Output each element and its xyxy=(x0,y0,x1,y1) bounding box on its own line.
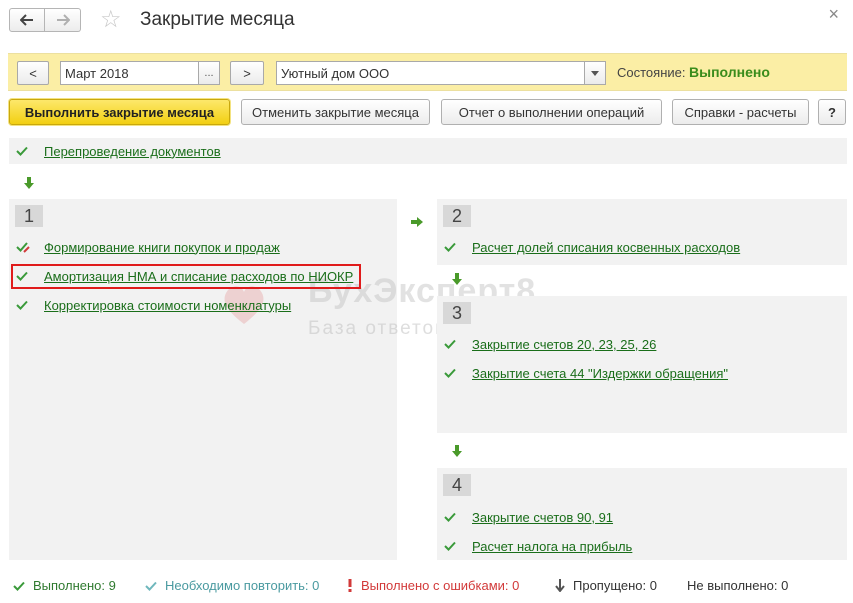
step-4-number: 4 xyxy=(443,474,471,496)
arrow-down-icon xyxy=(555,579,565,592)
run-month-close-button[interactable]: Выполнить закрытие месяца xyxy=(9,99,230,125)
check-icon xyxy=(444,339,458,349)
step-link-close-account-44[interactable]: Закрытие счета 44 "Издержки обращения" xyxy=(472,366,728,381)
list-item: Корректировка стоимости номенклатуры xyxy=(16,296,291,314)
check-icon xyxy=(444,541,458,551)
step-link-indirect-costs-shares[interactable]: Расчет долей списания косвенных расходов xyxy=(472,240,740,255)
arrow-down-icon xyxy=(452,273,462,285)
chevron-down-icon xyxy=(591,70,599,76)
favorite-star-icon[interactable]: ☆ xyxy=(100,6,122,34)
step-link-purchase-sales-book[interactable]: Формирование книги покупок и продаж xyxy=(44,240,280,255)
state-label: Состояние: xyxy=(617,65,686,80)
arrow-right-icon xyxy=(411,217,423,227)
arrow-right-icon xyxy=(56,14,70,26)
forward-button[interactable] xyxy=(45,8,81,32)
arrow-left-icon xyxy=(20,14,33,26)
back-button[interactable] xyxy=(9,8,45,32)
step-2-number: 2 xyxy=(443,205,471,227)
check-with-pencil-icon xyxy=(16,241,30,253)
period-select-button[interactable]: ... xyxy=(198,61,220,85)
references-calculations-button[interactable]: Справки - расчеты xyxy=(672,99,809,125)
operations-report-button[interactable]: Отчет о выполнении операций xyxy=(441,99,662,125)
list-item: Расчет налога на прибыль xyxy=(444,537,632,555)
check-icon xyxy=(16,300,30,310)
status-done: Выполнено: 9 xyxy=(13,578,116,593)
status-repeat-text: Необходимо повторить: 0 xyxy=(165,578,320,593)
organization-field[interactable]: Уютный дом ООО xyxy=(276,61,586,85)
list-item: Перепроведение документов xyxy=(16,142,221,160)
status-errors: Выполнено с ошибками: 0 xyxy=(347,578,519,593)
highlight-frame xyxy=(11,264,361,289)
step-link-cost-adjustment[interactable]: Корректировка стоимости номенклатуры xyxy=(44,298,291,313)
next-period-button[interactable]: > xyxy=(230,61,264,85)
check-icon xyxy=(444,368,458,378)
list-item: Закрытие счетов 20, 23, 25, 26 xyxy=(444,335,656,353)
close-icon[interactable]: × xyxy=(828,4,839,25)
step-3-number: 3 xyxy=(443,302,471,324)
step-1-number: 1 xyxy=(15,205,43,227)
step-link-close-accounts-90-91[interactable]: Закрытие счетов 90, 91 xyxy=(472,510,613,525)
check-icon xyxy=(444,512,458,522)
check-icon xyxy=(13,581,25,591)
step-link-close-accounts-20-26[interactable]: Закрытие счетов 20, 23, 25, 26 xyxy=(472,337,656,352)
prev-period-button[interactable]: < xyxy=(17,61,49,85)
step-link-reposting[interactable]: Перепроведение документов xyxy=(44,144,221,159)
status-errors-text: Выполнено с ошибками: 0 xyxy=(361,578,520,593)
status-not-done-text: Не выполнено: 0 xyxy=(687,578,789,593)
exclamation-icon xyxy=(347,579,353,592)
page-title: Закрытие месяца xyxy=(140,9,295,30)
arrow-down-icon xyxy=(24,177,34,189)
step-link-profit-tax[interactable]: Расчет налога на прибыль xyxy=(472,539,632,554)
list-item: Закрытие счетов 90, 91 xyxy=(444,508,613,526)
status-skipped: Пропущено: 0 xyxy=(555,578,657,593)
list-item: Расчет долей списания косвенных расходов xyxy=(444,238,740,256)
status-skipped-text: Пропущено: 0 xyxy=(573,578,657,593)
check-outline-icon xyxy=(145,581,157,591)
state-value: Выполнено xyxy=(689,64,770,80)
check-icon xyxy=(16,146,30,156)
organization-dropdown-button[interactable] xyxy=(584,61,606,85)
period-field[interactable]: Март 2018 xyxy=(60,61,200,85)
cancel-month-close-button[interactable]: Отменить закрытие месяца xyxy=(241,99,430,125)
help-button[interactable]: ? xyxy=(818,99,846,125)
status-done-text: Выполнено: 9 xyxy=(33,578,116,593)
status-repeat: Необходимо повторить: 0 xyxy=(145,578,319,593)
check-icon xyxy=(444,242,458,252)
parameters-panel: < Март 2018 ... > Уютный дом ООО Состоян… xyxy=(8,53,847,91)
arrow-down-icon xyxy=(452,445,462,457)
list-item: Формирование книги покупок и продаж xyxy=(16,238,280,256)
status-not-done: Не выполнено: 0 xyxy=(687,578,788,593)
list-item: Закрытие счета 44 "Издержки обращения" xyxy=(444,364,728,382)
